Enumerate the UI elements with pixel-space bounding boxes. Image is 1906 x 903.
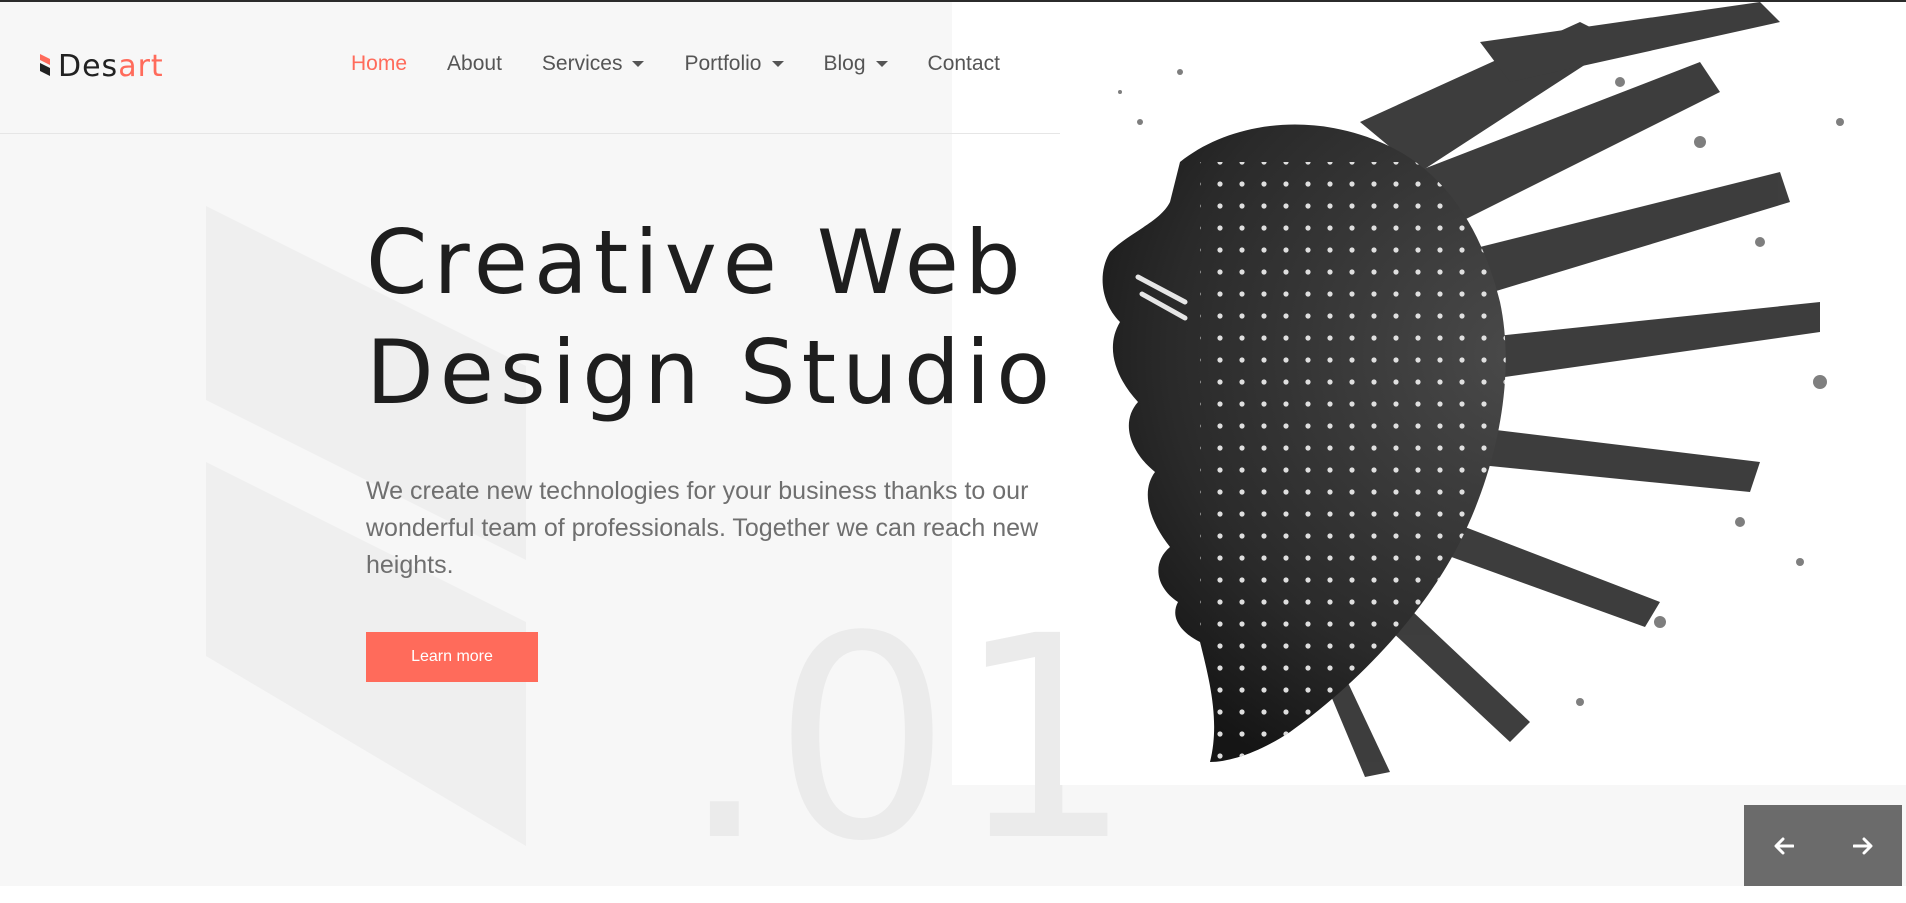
- brand-name-accent: art: [118, 48, 164, 84]
- chevron-down-icon: [632, 61, 645, 67]
- nav-item-contact[interactable]: Contact: [928, 52, 1000, 76]
- nav-item-home[interactable]: Home: [351, 52, 407, 76]
- logo-mark-icon: [40, 54, 50, 76]
- nav-item-about[interactable]: About: [447, 52, 502, 76]
- arrow-right-icon: [1852, 837, 1872, 854]
- nav-item-services[interactable]: Services: [542, 52, 645, 76]
- slider-controls: [1744, 805, 1902, 886]
- hero-description: We create new technologies for your busi…: [366, 477, 1039, 579]
- hero-title-line-1: Creative Web: [366, 211, 1027, 314]
- hero-title: Creative Web Design Studio: [366, 208, 1056, 428]
- learn-more-button[interactable]: Learn more: [366, 632, 538, 682]
- slider-prev-button[interactable]: [1764, 826, 1804, 866]
- nav-item-label: About: [447, 52, 502, 75]
- nav-item-portfolio[interactable]: Portfolio: [684, 52, 784, 76]
- brand-logo[interactable]: Desart: [40, 46, 164, 86]
- chevron-down-icon: [875, 61, 888, 67]
- nav-item-blog[interactable]: Blog: [824, 52, 888, 76]
- nav-item-label: Portfolio: [684, 52, 762, 75]
- brand-name: Desart: [58, 49, 164, 84]
- nav-item-label: Services: [541, 52, 623, 75]
- main-navigation: Home About Services Portfolio Blog Conta…: [351, 52, 1040, 76]
- chevron-down-icon: [771, 61, 784, 67]
- brand-name-primary: Des: [58, 48, 119, 84]
- nav-item-label: Contact: [927, 52, 1000, 75]
- hero-portrait-image: [1060, 2, 1906, 785]
- nav-item-label: Home: [351, 52, 408, 75]
- slider-next-button[interactable]: [1843, 826, 1883, 866]
- hero-title-line-2: Design Studio: [366, 321, 1057, 424]
- arrow-left-icon: [1774, 837, 1794, 854]
- nav-item-label: Blog: [823, 52, 866, 75]
